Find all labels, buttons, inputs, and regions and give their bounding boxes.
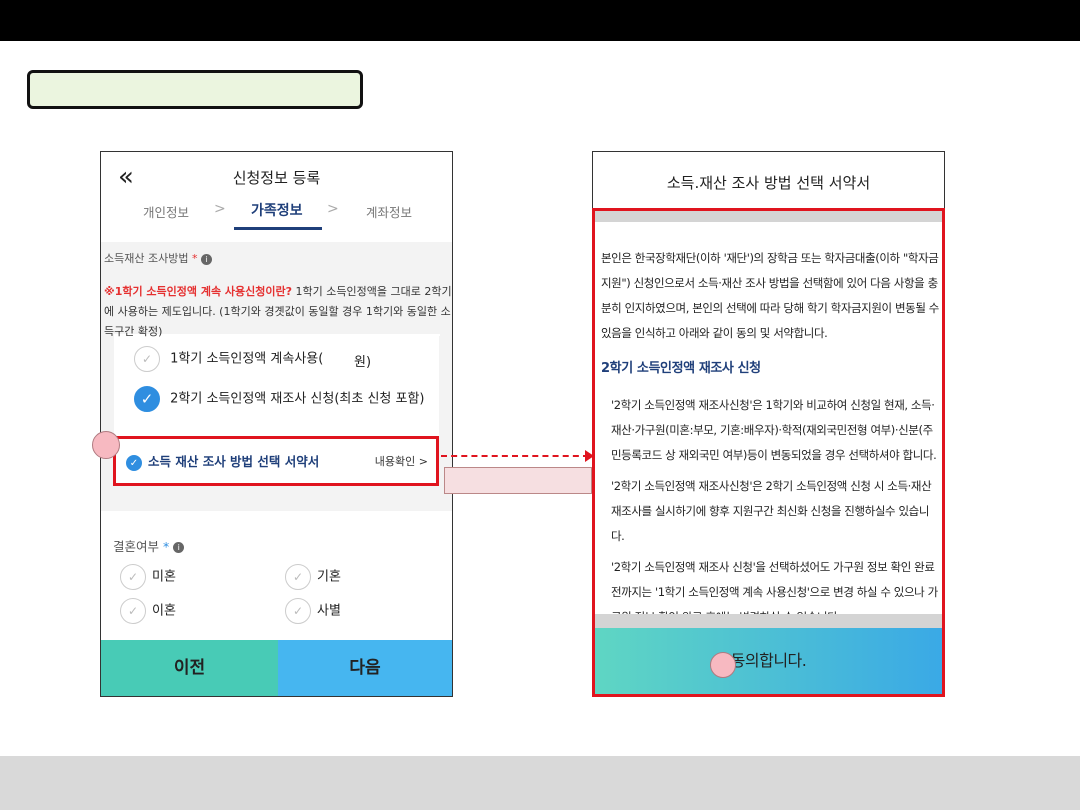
- check-circle-selected-icon: ✓: [126, 454, 142, 471]
- callout-box: [444, 467, 592, 494]
- marriage-option-married[interactable]: ✓ 기혼: [285, 564, 341, 590]
- step-account-info[interactable]: 계좌정보: [366, 202, 412, 221]
- required-mark: *: [163, 539, 170, 554]
- step-family-info[interactable]: 가족정보: [251, 200, 303, 220]
- prev-button[interactable]: 이전: [101, 640, 278, 696]
- check-circle-icon: ✓: [120, 564, 146, 590]
- page-title: 신청정보 등록: [232, 169, 321, 187]
- bottom-bar: [0, 756, 1080, 810]
- arrow-line: [441, 455, 589, 457]
- consent-label: ✓ 소득 재산 조사 방법 선택 서약서: [126, 451, 319, 471]
- marriage-status-label: 결혼여부 * i: [113, 536, 185, 555]
- info-icon[interactable]: i: [200, 253, 212, 265]
- marriage-option-widowed[interactable]: ✓ 사별: [285, 598, 341, 624]
- marriage-option-single[interactable]: ✓ 미혼: [120, 564, 176, 590]
- consent-row[interactable]: ✓ 소득 재산 조사 방법 선택 서약서 내용확인 >: [113, 436, 439, 486]
- check-circle-selected-icon: ✓: [134, 386, 160, 412]
- info-icon[interactable]: i: [173, 542, 185, 553]
- option-reinvestigate-label: 2학기 소득인정액 재조사 신청(최초 신청 포함): [170, 391, 425, 407]
- chevron-right-icon: >: [327, 201, 339, 217]
- required-mark: *: [191, 252, 198, 265]
- step-nav: 개인정보 > 가족정보 > 계좌정보: [101, 198, 452, 230]
- view-content-link[interactable]: 내용확인 >: [375, 453, 428, 469]
- option-keep-label: 1학기 소득인정액 계속사용(: [170, 351, 324, 367]
- pledge-title: 소득.재산 조사 방법 선택 서약서: [666, 174, 871, 192]
- check-circle-icon: ✓: [285, 598, 311, 624]
- highlight-frame: [592, 208, 945, 697]
- notice-highlight: ※1학기 소득인정액 계속 사용신청이란?: [104, 285, 293, 298]
- check-circle-icon: ✓: [134, 346, 160, 372]
- section-label-box: [27, 70, 363, 109]
- header: « 신청정보 등록 개인정보 > 가족정보 > 계좌정보: [101, 152, 452, 242]
- next-button[interactable]: 다음: [278, 640, 452, 696]
- section-divider: [101, 486, 452, 511]
- won-suffix: 원): [354, 355, 372, 370]
- step-marker: [92, 431, 120, 459]
- active-step-underline: [234, 227, 322, 230]
- chevron-right-icon: >: [214, 201, 226, 217]
- section-gutter-right: [439, 336, 452, 486]
- income-method-label: 소득재산 조사방법 * i: [104, 250, 212, 266]
- step-personal-info[interactable]: 개인정보: [143, 202, 189, 221]
- top-bar: [0, 0, 1080, 41]
- marriage-option-divorced[interactable]: ✓ 이혼: [120, 598, 176, 624]
- check-circle-icon: ✓: [120, 598, 146, 624]
- option-keep-1st-semester[interactable]: ✓ 1학기 소득인정액 계속사용( 원): [134, 346, 371, 372]
- check-circle-icon: ✓: [285, 564, 311, 590]
- notice: ※1학기 소득인정액 계속 사용신청이란? 1학기 소득인정액을 그대로 2학기…: [104, 282, 452, 342]
- option-reinvestigate[interactable]: ✓ 2학기 소득인정액 재조사 신청(최초 신청 포함): [134, 386, 425, 412]
